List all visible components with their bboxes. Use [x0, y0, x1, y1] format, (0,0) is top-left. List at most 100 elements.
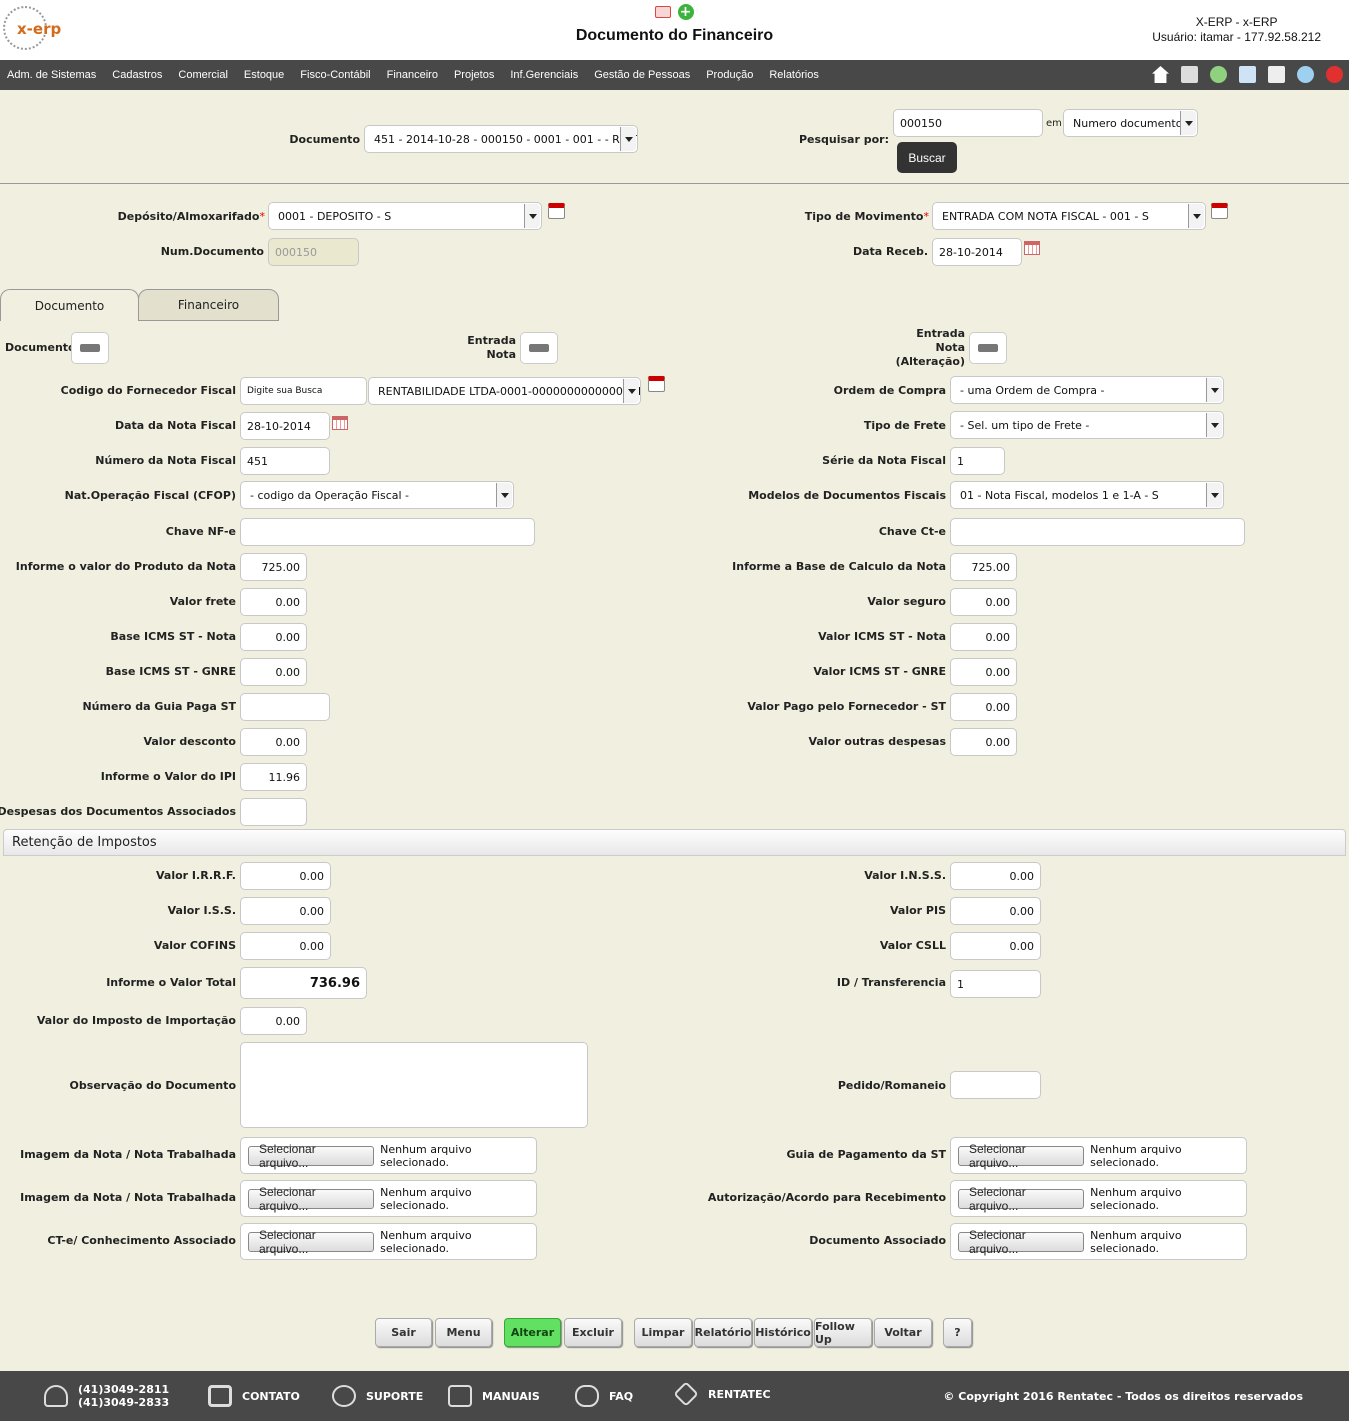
list-icon[interactable]	[1268, 66, 1285, 83]
save-icon[interactable]	[1181, 66, 1198, 83]
cofins-input[interactable]: 0.00	[240, 932, 331, 960]
menu-inf-gerenciais[interactable]: Inf.Gerenciais	[510, 69, 578, 81]
pdf-icon[interactable]	[655, 6, 671, 18]
valor-desconto-input[interactable]: 0.00	[240, 728, 307, 756]
footer-faq[interactable]: FAQ	[575, 1385, 633, 1407]
power-icon[interactable]	[1326, 66, 1343, 83]
guia-paga-input[interactable]	[240, 693, 330, 721]
guia-pagamento-file[interactable]: Selecionar arquivo... Nenhum arquivo sele…	[950, 1137, 1247, 1174]
voltar-button[interactable]: Voltar	[874, 1318, 932, 1347]
menu-gestao-pessoas[interactable]: Gestão de Pessoas	[594, 69, 690, 81]
sair-button[interactable]: Sair	[375, 1318, 432, 1347]
limpar-button[interactable]: Limpar	[634, 1318, 692, 1347]
file-select-button[interactable]: Selecionar arquivo...	[248, 1185, 375, 1213]
chave-cte-input[interactable]	[950, 518, 1245, 546]
observacao-textarea[interactable]	[240, 1042, 588, 1128]
file-select-button[interactable]: Selecionar arquivo...	[248, 1142, 375, 1170]
serie-nota-input[interactable]: 1	[950, 447, 1005, 475]
pedido-romaneio-input[interactable]	[950, 1071, 1041, 1099]
tipo-frete-select[interactable]: - Sel. um tipo de Frete -	[950, 411, 1224, 439]
buscar-button[interactable]: Buscar	[897, 142, 957, 173]
help-button[interactable]: ?	[943, 1318, 972, 1347]
file-select-button[interactable]: Selecionar arquivo...	[248, 1228, 375, 1256]
menu-comercial[interactable]: Comercial	[178, 69, 228, 81]
base-calculo-input[interactable]: 725.00	[950, 553, 1017, 581]
calendar-icon[interactable]	[648, 376, 665, 392]
menu-producao[interactable]: Produção	[706, 69, 753, 81]
data-receb-input[interactable]: 28-10-2014	[932, 238, 1022, 266]
chave-nfe-input[interactable]	[240, 518, 535, 546]
calendar-icon[interactable]	[1211, 203, 1228, 219]
menu-estoque[interactable]: Estoque	[244, 69, 284, 81]
imagem-nota-file[interactable]: Selecionar arquivo... Nenhum arquivo sele…	[240, 1137, 537, 1174]
menu-adm-sistemas[interactable]: Adm. de Sistemas	[7, 69, 96, 81]
iss-input[interactable]: 0.00	[240, 897, 331, 925]
footer-contato[interactable]: CONTATO	[208, 1385, 300, 1407]
date-picker-icon[interactable]	[332, 416, 348, 430]
print-documentos-icon[interactable]	[71, 332, 109, 364]
home-icon[interactable]	[1152, 66, 1169, 83]
valor-total-input[interactable]: 736.96	[240, 967, 367, 999]
alterar-button[interactable]: Alterar	[504, 1318, 561, 1347]
valor-icms-nota-input[interactable]: 0.00	[950, 623, 1017, 651]
valor-produto-input[interactable]: 725.00	[240, 553, 307, 581]
campo-select[interactable]: Numero documento	[1063, 109, 1198, 137]
data-nota-input[interactable]: 28-10-2014	[240, 412, 330, 440]
excluir-button[interactable]: Excluir	[564, 1318, 622, 1347]
fornecedor-select[interactable]: RENTABILIDADE LTDA-0001-00000000000000--…	[368, 377, 641, 405]
valor-pago-fornecedor-input[interactable]: 0.00	[950, 693, 1017, 721]
relatorio-button[interactable]: Relatório	[694, 1318, 752, 1347]
menu-financeiro[interactable]: Financeiro	[387, 69, 438, 81]
ordem-compra-select[interactable]: - uma Ordem de Compra -	[950, 376, 1224, 404]
print-entrada-nota-icon[interactable]	[520, 332, 558, 364]
imposto-importacao-input[interactable]: 0.00	[240, 1007, 307, 1035]
footer-manuais[interactable]: MANUAIS	[448, 1385, 540, 1407]
irrf-input[interactable]: 0.00	[240, 862, 331, 890]
fornecedor-search-input[interactable]: Digite sua Busca	[240, 377, 367, 405]
add-icon[interactable]: +	[677, 4, 694, 20]
numero-nota-input[interactable]: 451	[240, 447, 330, 475]
imagem-nota-2-file[interactable]: Selecionar arquivo... Nenhum arquivo sele…	[240, 1180, 537, 1217]
valor-ipi-input[interactable]: 11.96	[240, 763, 307, 791]
deposito-select[interactable]: 0001 - DEPOSITO - S	[268, 202, 542, 230]
menu-projetos[interactable]: Projetos	[454, 69, 494, 81]
file-select-button[interactable]: Selecionar arquivo...	[958, 1185, 1085, 1213]
footer-suporte[interactable]: SUPORTE	[332, 1385, 423, 1407]
tab-financeiro[interactable]: Financeiro	[138, 289, 279, 321]
file-select-button[interactable]: Selecionar arquivo...	[958, 1228, 1085, 1256]
tipo-movimento-select[interactable]: ENTRADA COM NOTA FISCAL - 001 - S	[932, 202, 1206, 230]
badge-icon[interactable]	[1210, 66, 1227, 83]
id-transferencia-input[interactable]: 1	[950, 970, 1041, 998]
file-select-button[interactable]: Selecionar arquivo...	[958, 1142, 1085, 1170]
documento-associado-file[interactable]: Selecionar arquivo... Nenhum arquivo sele…	[950, 1223, 1247, 1260]
base-icms-nota-input[interactable]: 0.00	[240, 623, 307, 651]
menu-fisco-contabil[interactable]: Fisco-Contábil	[300, 69, 370, 81]
footer-rentatec[interactable]: RENTATEC	[673, 1381, 771, 1407]
follow-up-button[interactable]: Follow Up	[814, 1318, 872, 1347]
document-icon[interactable]	[1239, 66, 1256, 83]
menu-relatorios[interactable]: Relatórios	[769, 69, 819, 81]
autorizacao-file[interactable]: Selecionar arquivo... Nenhum arquivo sele…	[950, 1180, 1247, 1217]
despesas-associados-input[interactable]	[240, 798, 307, 826]
tools-icon[interactable]	[1297, 66, 1314, 83]
inss-input[interactable]: 0.00	[950, 862, 1041, 890]
pesquisar-input[interactable]: 000150	[893, 109, 1043, 137]
tab-documento[interactable]: Documento	[0, 289, 139, 321]
historico-button[interactable]: Histórico	[754, 1318, 812, 1347]
documento-select[interactable]: 451 - 2014-10-28 - 000150 - 0001 - 001 -…	[364, 125, 638, 153]
cte-conhecimento-file[interactable]: Selecionar arquivo... Nenhum arquivo sele…	[240, 1223, 537, 1260]
pis-input[interactable]: 0.00	[950, 897, 1041, 925]
base-icms-gnre-input[interactable]: 0.00	[240, 658, 307, 686]
modelos-documentos-select[interactable]: 01 - Nota Fiscal, modelos 1 e 1-A - S	[950, 481, 1224, 509]
menu-button[interactable]: Menu	[435, 1318, 492, 1347]
csll-input[interactable]: 0.00	[950, 932, 1041, 960]
print-entrada-alteracao-icon[interactable]	[969, 332, 1007, 364]
retencao-section-header[interactable]: Retenção de Impostos	[3, 829, 1346, 856]
valor-icms-gnre-input[interactable]: 0.00	[950, 658, 1017, 686]
menu-cadastros[interactable]: Cadastros	[112, 69, 162, 81]
outras-despesas-input[interactable]: 0.00	[950, 728, 1017, 756]
date-picker-icon[interactable]	[1024, 241, 1040, 255]
cfop-select[interactable]: - codigo da Operação Fiscal -	[240, 481, 514, 509]
calendar-icon[interactable]	[548, 203, 565, 219]
valor-frete-input[interactable]: 0.00	[240, 588, 307, 616]
